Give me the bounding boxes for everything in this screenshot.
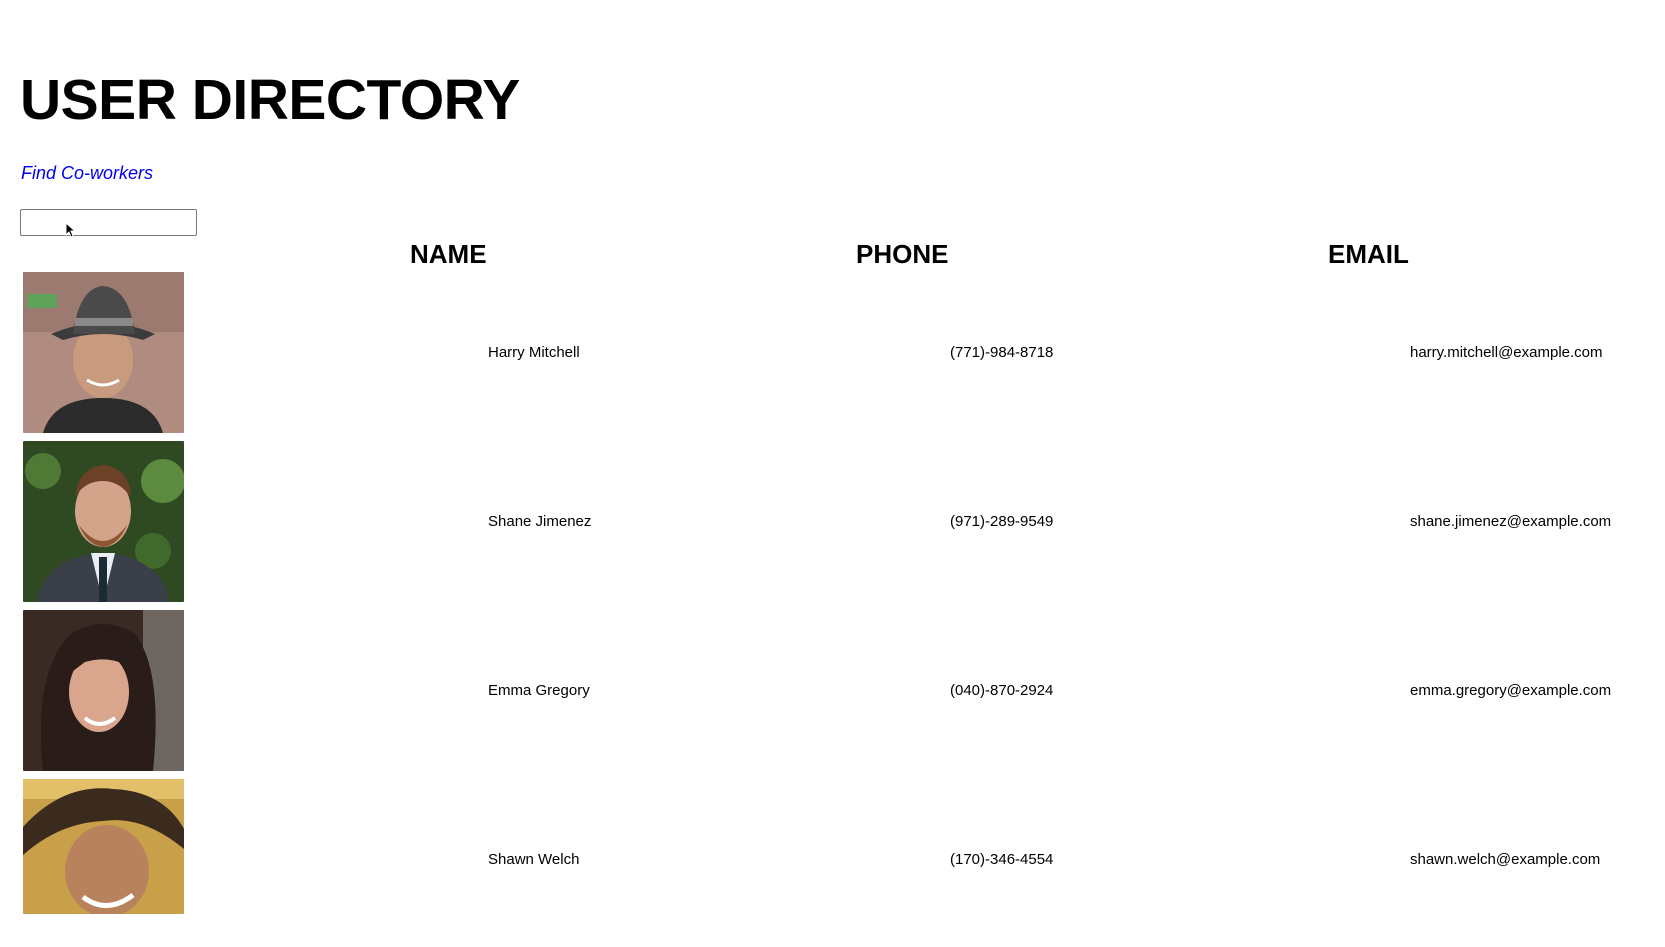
cell-email: shawn.welch@example.com: [1410, 851, 1601, 868]
table-row: Harry Mitchell (771)-984-8718 harry.mitc…: [0, 272, 1665, 440]
cell-name: Shane Jimenez: [488, 513, 592, 530]
cell-phone: (771)-984-8718: [950, 344, 1054, 361]
table-row: Emma Gregory (040)-870-2924 emma.gregory…: [0, 610, 1665, 778]
cell-phone: (971)-289-9549: [950, 513, 1054, 530]
avatar: [23, 272, 184, 433]
user-photo-icon: [23, 610, 184, 771]
table-row: Shane Jimenez (971)-289-9549 shane.jimen…: [0, 441, 1665, 609]
cell-phone: (040)-870-2924: [950, 682, 1054, 699]
table-row: Shawn Welch (170)-346-4554 shawn.welch@e…: [0, 779, 1665, 947]
avatar: [23, 610, 184, 771]
user-photo-icon: [23, 272, 184, 433]
column-header-email: EMAIL: [1328, 239, 1409, 269]
cell-name: Emma Gregory: [488, 682, 590, 699]
user-photo-icon: [23, 441, 184, 602]
cell-email: shane.jimenez@example.com: [1410, 513, 1612, 530]
column-header-name: NAME: [410, 239, 487, 269]
avatar: [23, 441, 184, 602]
page-title: USER DIRECTORY: [20, 68, 520, 132]
page-subtitle: Find Co-workers: [21, 163, 154, 183]
cell-name: Harry Mitchell: [488, 344, 580, 361]
cell-name: Shawn Welch: [488, 851, 580, 868]
cell-email: emma.gregory@example.com: [1410, 682, 1612, 699]
avatar: [23, 779, 184, 914]
cell-phone: (170)-346-4554: [950, 851, 1054, 868]
search-input[interactable]: [20, 209, 197, 236]
user-photo-icon: [23, 779, 184, 914]
column-header-phone: PHONE: [856, 239, 949, 269]
cell-email: harry.mitchell@example.com: [1410, 344, 1603, 361]
